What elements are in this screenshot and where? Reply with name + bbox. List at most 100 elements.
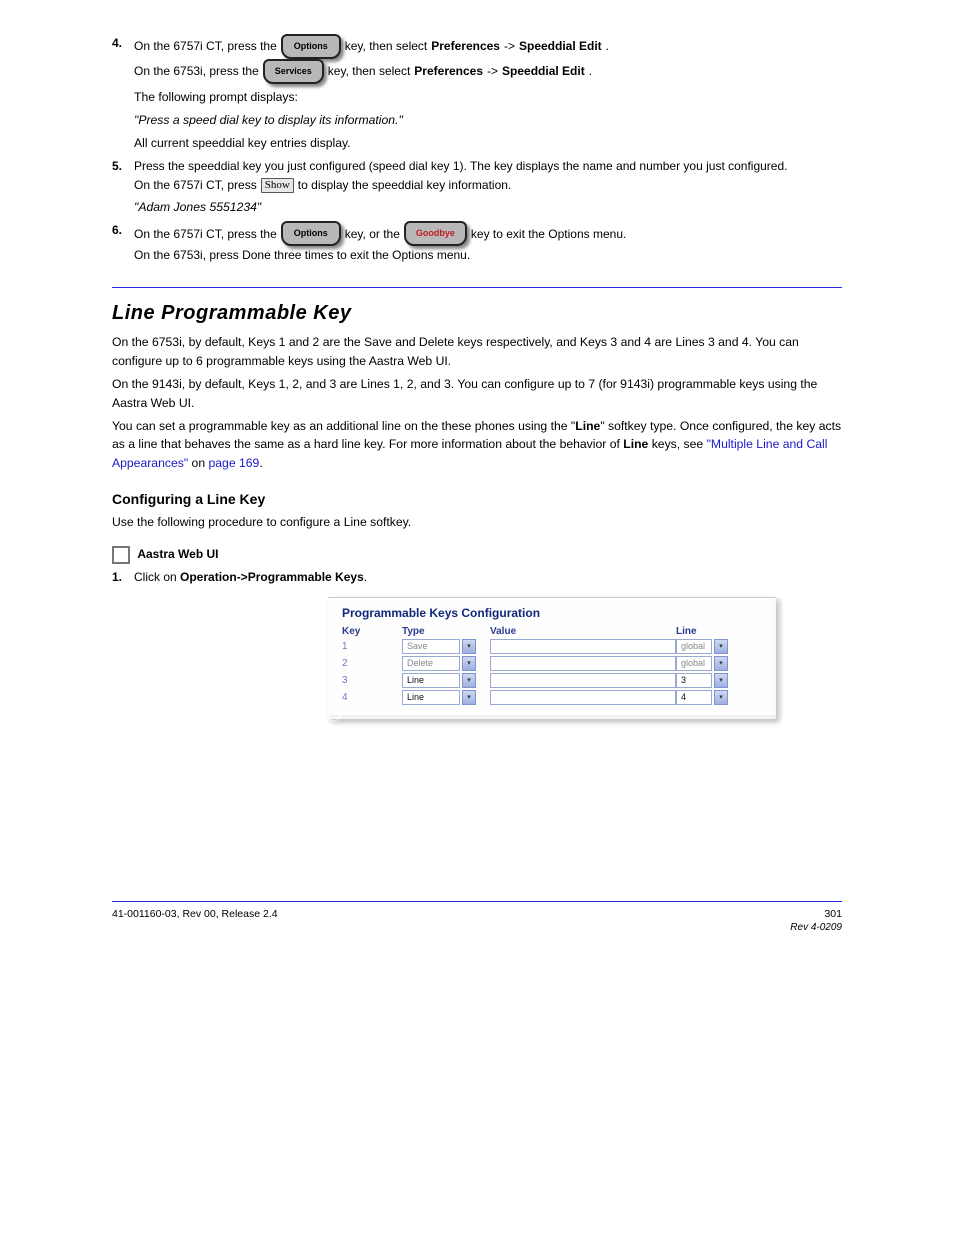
- nav-path: Operation->Programmable Keys: [180, 570, 364, 584]
- cfg-row: 1Save▾ global▾: [342, 639, 766, 654]
- cfg-type-select[interactable]: Line▾: [402, 673, 490, 688]
- footer-rule: [112, 901, 842, 902]
- step-4: 4. On the 6757i CT, press the Options ke…: [112, 34, 842, 84]
- display-quote: "Adam Jones 5551234": [134, 198, 842, 217]
- cfg-key: 1: [342, 641, 402, 652]
- paragraph: On the 9143i, by default, Keys 1, 2, and…: [112, 375, 842, 413]
- options-hardkey: Options: [281, 34, 341, 59]
- cfg-key: 3: [342, 675, 402, 686]
- menu-path: Speeddial Edit: [502, 62, 585, 81]
- col-value: Value: [490, 626, 676, 637]
- text: to display the speeddial key information…: [298, 176, 511, 195]
- chevron-down-icon[interactable]: ▾: [462, 673, 476, 688]
- cfg-line-select[interactable]: 3▾: [676, 673, 738, 688]
- paragraph: On the 6753i, by default, Keys 1 and 2 a…: [112, 333, 842, 371]
- term: Line: [575, 419, 600, 433]
- text: On the 6753i, press the: [134, 62, 259, 81]
- cfg-type-select: Save▾: [402, 639, 490, 654]
- chevron-down-icon[interactable]: ▾: [714, 673, 728, 688]
- chevron-down-icon[interactable]: ▾: [462, 690, 476, 705]
- text: keys, see: [648, 437, 706, 451]
- chevron-down-icon[interactable]: ▾: [714, 690, 728, 705]
- paragraph: You can set a programmable key as an add…: [112, 417, 842, 474]
- text: Click on: [134, 570, 180, 584]
- step-number: 5.: [112, 157, 134, 176]
- chevron-down-icon: ▾: [462, 656, 476, 671]
- step-5: 5. Press the speeddial key you just conf…: [112, 157, 842, 195]
- options-hardkey: Options: [281, 221, 341, 246]
- web-step-1: 1. Click on Operation->Programmable Keys…: [112, 568, 842, 587]
- display-quote-text: "Adam Jones 5551234": [134, 200, 261, 214]
- step-number: 1.: [112, 568, 134, 587]
- col-line: Line: [676, 626, 738, 637]
- subsection-title: Configuring a Line Key: [112, 491, 842, 507]
- cfg-value-input[interactable]: [490, 656, 676, 671]
- col-type: Type: [402, 626, 490, 637]
- cfg-row: 2Delete▾ global▾: [342, 656, 766, 671]
- step-text: On the 6757i CT, press the Options key, …: [134, 34, 842, 84]
- cfg-line-select: global▾: [676, 656, 738, 671]
- text: On the 6757i CT, press the: [134, 225, 277, 244]
- term: Line: [623, 437, 648, 451]
- paragraph: All current speeddial key entries displa…: [134, 134, 842, 153]
- step-text: On the 6757i CT, press the Options key, …: [134, 221, 842, 265]
- footer-revision: Rev 4-0209: [790, 922, 842, 933]
- text: key, or the: [345, 225, 400, 244]
- menu-path: Preferences: [431, 37, 500, 56]
- step-text: Press the speeddial key you just configu…: [134, 157, 842, 195]
- col-key: Key: [342, 626, 402, 637]
- text: on: [188, 456, 208, 470]
- cfg-header-row: Key Type Value Line: [342, 626, 766, 637]
- paragraph: The following prompt displays:: [134, 88, 842, 107]
- text: On the 6753i, press Done three times to …: [134, 248, 470, 262]
- text: On the 6757i CT, press: [134, 176, 257, 195]
- web-ui-label: Aastra Web UI: [137, 547, 218, 561]
- text: .: [606, 37, 609, 56]
- text: key, then select: [328, 62, 411, 81]
- text: You can set a programmable key as an add…: [112, 419, 575, 433]
- footer-page-number: 301: [790, 908, 842, 920]
- cfg-value-input[interactable]: [490, 690, 676, 705]
- programmable-keys-screenshot: Programmable Keys Configuration Key Type…: [328, 597, 776, 719]
- cross-ref-page[interactable]: page 169: [209, 456, 260, 470]
- footer-doc-id: 41-001160-03, Rev 00, Release 2.4: [112, 908, 278, 933]
- cfg-key: 4: [342, 692, 402, 703]
- cfg-title: Programmable Keys Configuration: [342, 606, 766, 620]
- step-6: 6. On the 6757i CT, press the Options ke…: [112, 221, 842, 265]
- cfg-type-select: Delete▾: [402, 656, 490, 671]
- text: .: [589, 62, 592, 81]
- prompt-quote-text: "Press a speed dial key to display its i…: [134, 113, 403, 127]
- text: key, then select: [345, 37, 428, 56]
- cfg-value-input[interactable]: [490, 639, 676, 654]
- cfg-key: 2: [342, 658, 402, 669]
- section-title: Line Programmable Key: [112, 302, 842, 325]
- section-rule: [112, 287, 842, 288]
- aastra-web-ui-icon: [112, 546, 130, 564]
- arrow: ->: [504, 37, 515, 56]
- text: On the 6757i CT, press the: [134, 37, 277, 56]
- prompt-quote: "Press a speed dial key to display its i…: [134, 111, 842, 130]
- goodbye-hardkey: Goodbye: [404, 221, 467, 246]
- web-ui-heading: Aastra Web UI: [112, 546, 842, 564]
- cfg-line-select[interactable]: 4▾: [676, 690, 738, 705]
- arrow: ->: [487, 62, 498, 81]
- menu-path: Preferences: [414, 62, 483, 81]
- page-footer: 41-001160-03, Rev 00, Release 2.4 301 Re…: [112, 908, 842, 933]
- menu-path: Speeddial Edit: [519, 37, 602, 56]
- step-number: 4.: [112, 34, 134, 53]
- cfg-line-select: global▾: [676, 639, 738, 654]
- services-hardkey: Services: [263, 59, 324, 84]
- cfg-row: 4Line▾ 4▾: [342, 690, 766, 705]
- cfg-row: 3Line▾ 3▾: [342, 673, 766, 688]
- step-text: Click on Operation->Programmable Keys.: [134, 568, 842, 587]
- chevron-down-icon: ▾: [462, 639, 476, 654]
- show-softkey: Show: [261, 178, 294, 193]
- cfg-type-select[interactable]: Line▾: [402, 690, 490, 705]
- chevron-down-icon: ▾: [714, 639, 728, 654]
- text: Press the speeddial key you just configu…: [134, 159, 787, 173]
- paragraph: Use the following procedure to configure…: [112, 513, 842, 532]
- text: .: [364, 570, 367, 584]
- text: .: [259, 456, 262, 470]
- cfg-value-input[interactable]: [490, 673, 676, 688]
- chevron-down-icon: ▾: [714, 656, 728, 671]
